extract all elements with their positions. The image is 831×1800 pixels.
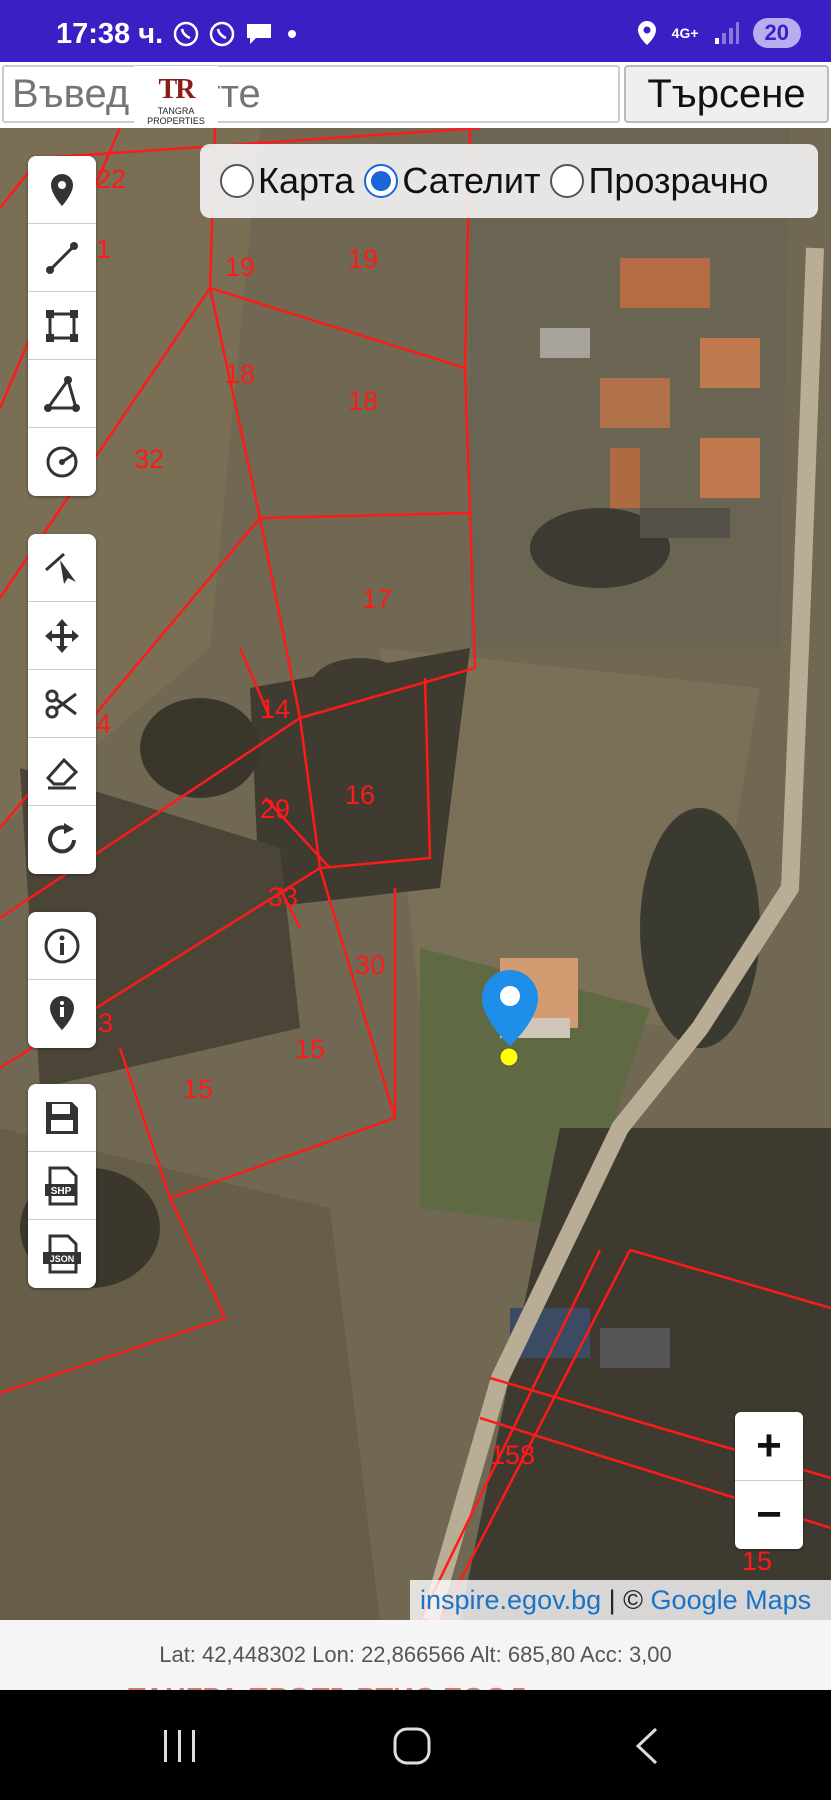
viber-icon [173,21,199,47]
parcel-label: 15 [742,1546,772,1576]
parcel-label: 15 [295,1034,325,1064]
zoom-control: + − [735,1412,803,1549]
parcel-label: 158 [490,1440,535,1470]
parcel-label: 19 [348,244,378,274]
parcel-label: 29 [260,794,290,824]
move-button[interactable] [28,602,96,670]
parcel-label: 3 [98,1008,113,1038]
back-icon[interactable] [628,1726,668,1766]
circle-icon [46,446,78,478]
parcel-label: 30 [355,950,385,980]
location-readout: Lat: 42,448302 Lon: 22,866566 Alt: 685,8… [0,1620,831,1690]
edit-vertex-icon [45,552,76,584]
rotate-icon [48,823,76,854]
info-button[interactable] [28,912,96,980]
parcel-label: 18 [348,386,378,416]
circle-tool-button[interactable] [28,428,96,496]
svg-text:JSON: JSON [50,1254,75,1264]
layer-option-label: Прозрачно [588,160,769,201]
parcel-label: 17 [362,584,392,614]
json-export-icon: JSON [43,1234,81,1274]
location-icon [637,21,656,45]
signal-icon [714,22,739,44]
cut-button[interactable] [28,670,96,738]
parcel-label: 4 [96,709,111,739]
attribution-separator: | © [601,1584,651,1615]
recent-apps-icon[interactable] [160,1726,200,1766]
parcel-label: 32 [134,444,164,474]
battery-indicator: 20 [752,18,801,48]
shp-export-button[interactable]: SHP [28,1152,96,1220]
parcel-label: 15 [183,1074,213,1104]
info-icon [44,928,80,963]
logo-mark: TR [158,74,196,105]
marker-tool-button[interactable] [28,156,96,224]
locate-info-icon [50,996,74,1030]
system-navigation-bar [0,1690,831,1800]
map-layer-selector: Карта Сателит Прозрачно [200,144,818,218]
parcel-label: 16 [345,780,375,810]
google-maps-link[interactable]: Google Maps [651,1585,812,1616]
export-toolbar: SHP JSON [28,1084,96,1288]
parcel-label: 33 [268,882,298,912]
layer-option-label: Карта [258,160,355,201]
shp-export-icon: SHP [45,1166,78,1205]
radio-satellite[interactable] [364,164,399,198]
dot-icon [288,30,296,38]
save-icon [46,1101,78,1134]
rectangle-icon [46,309,78,342]
logo-text: TANGRA PROPERTIES [147,106,205,126]
cut-icon [45,689,77,718]
zoom-in-button[interactable]: + [735,1412,803,1481]
locate-info-button[interactable] [28,980,96,1048]
radio-transparent[interactable] [550,164,585,198]
search-bar: Търсене [0,62,831,128]
clock: 17:38 ч. [56,18,164,50]
edit-toolbar [28,534,96,874]
polygon-tool-button[interactable] [28,360,96,428]
svg-text:SHP: SHP [51,1186,72,1197]
parcel-label: 22 [96,164,126,194]
status-bar: 17:38 ч. 4G+ 20 [0,0,831,62]
chat-icon [247,24,271,44]
parcel-label: 1 [96,234,111,264]
parcel-label: 19 [225,252,255,282]
map-imagery: 22 1 19 19 18 18 32 17 14 4 16 29 33 30 … [0,128,831,1620]
viber-icon [209,21,235,47]
rectangle-tool-button[interactable] [28,292,96,360]
radio-map[interactable] [220,164,254,198]
parcel-label: 14 [260,694,290,724]
parcel-label: 18 [225,359,255,389]
polygon-icon [44,375,80,412]
search-button[interactable]: Търсене [624,65,829,123]
rotate-button[interactable] [28,806,96,874]
network-type: 4G+ [671,25,699,41]
draw-toolbar [28,156,96,496]
move-icon [45,618,79,653]
marker-icon [51,173,73,206]
search-input[interactable] [2,65,620,123]
map-attribution: inspire.egov.bg | © Google Maps [410,1580,831,1620]
polyline-icon [46,241,78,274]
polyline-tool-button[interactable] [28,224,96,292]
eraser-icon [45,757,79,789]
layer-option-transparent[interactable]: Прозрачно [550,160,768,202]
json-export-button[interactable]: JSON [28,1220,96,1288]
layer-option-satellite[interactable]: Сателит [364,160,540,202]
home-icon[interactable] [392,1726,432,1766]
edit-vertex-button[interactable] [28,534,96,602]
save-button[interactable] [28,1084,96,1152]
layer-option-label: Сателит [402,160,541,201]
tangra-logo: TR TANGRA PROPERTIES [134,66,218,134]
layer-option-map[interactable]: Карта [220,160,354,202]
inspire-link[interactable]: inspire.egov.bg [420,1585,601,1616]
satellite-map[interactable]: 22 1 19 19 18 18 32 17 14 4 16 29 33 30 … [0,128,831,1620]
zoom-out-button[interactable]: − [735,1481,803,1549]
info-toolbar [28,912,96,1048]
eraser-button[interactable] [28,738,96,806]
